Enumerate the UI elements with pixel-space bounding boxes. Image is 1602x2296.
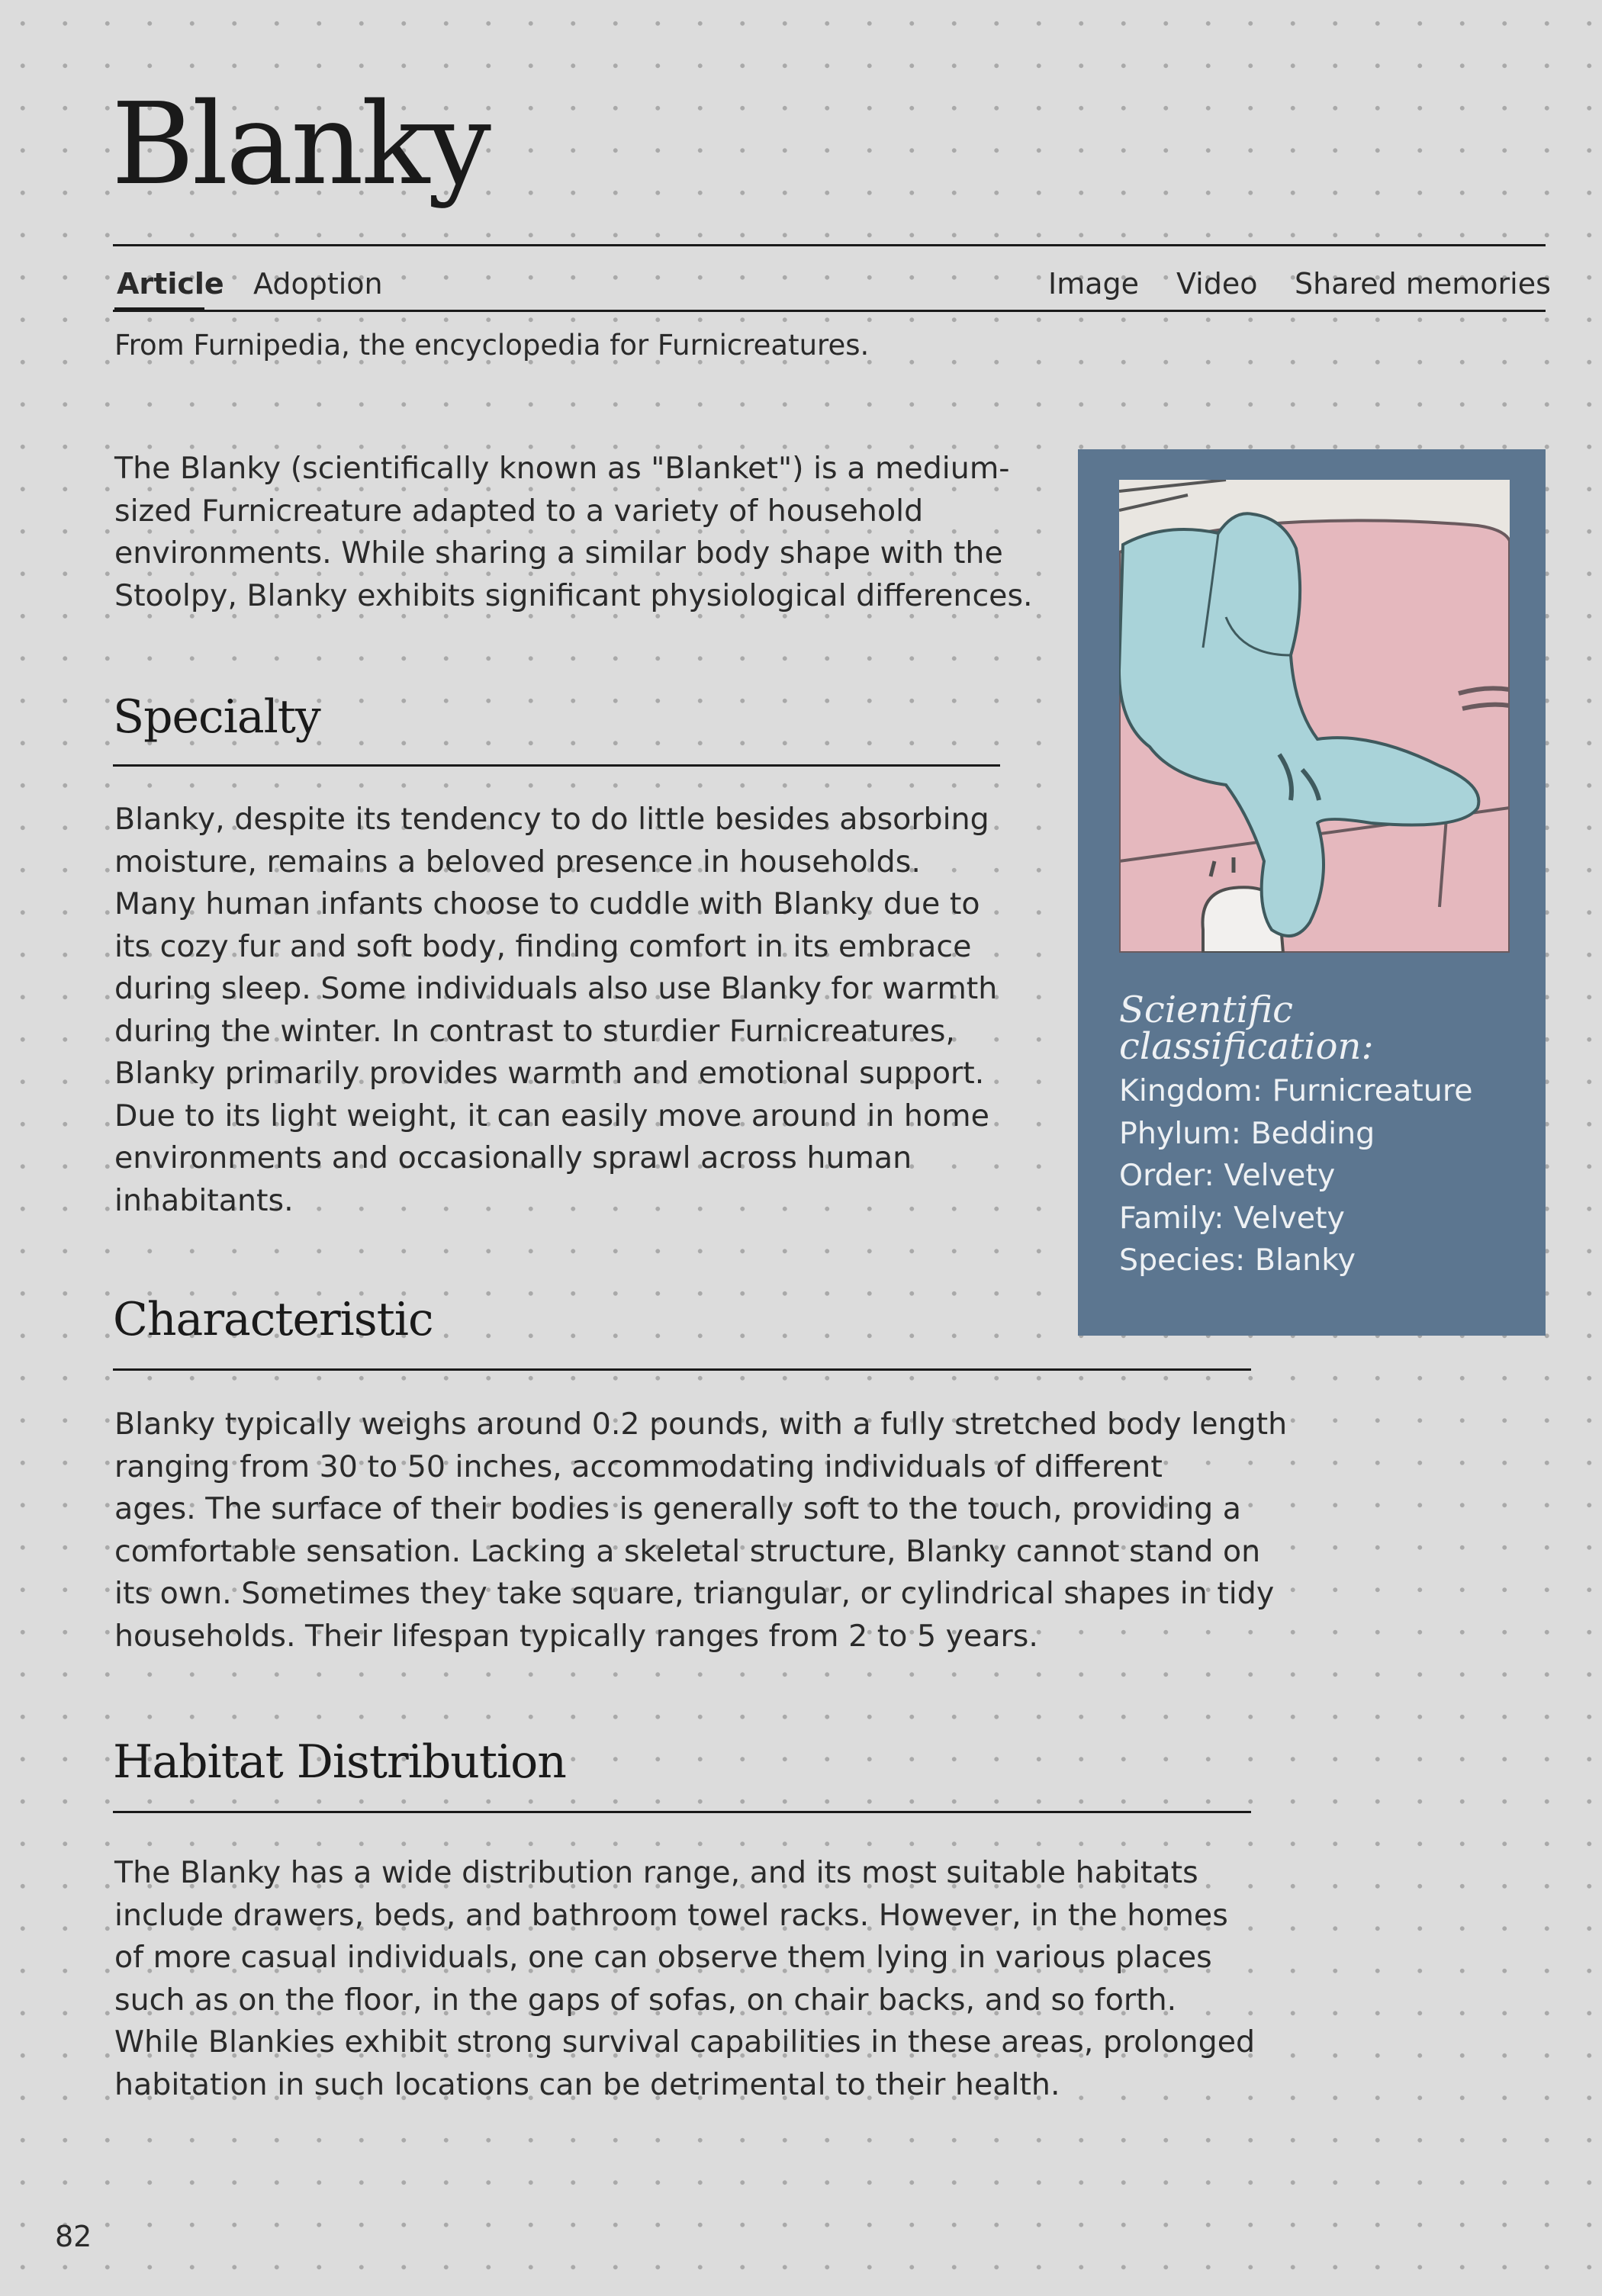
specialty-line: Due to its light weight, it can easily m… bbox=[114, 1098, 989, 1134]
section-heading-characteristic: Characteristic bbox=[113, 1293, 434, 1346]
characteristic-line: households. Their lifespan typically ran… bbox=[114, 1618, 1038, 1654]
specialty-line: Many human infants choose to cuddle with… bbox=[114, 886, 980, 921]
classification-item-phylum: Phylum: Bedding bbox=[1119, 1115, 1375, 1151]
classification-list: Kingdom: Furnicreature Phylum: Bedding O… bbox=[1119, 1070, 1473, 1282]
habitat-line: The Blanky has a wide distribution range… bbox=[114, 1855, 1198, 1890]
specialty-line: during sleep. Some individuals also use … bbox=[114, 971, 998, 1006]
habitat-line: habitation in such locations can be detr… bbox=[114, 2066, 1060, 2102]
classification-heading: Scientific classification: bbox=[1119, 989, 1374, 1068]
classification-infobox: Scientific classification: Kingdom: Furn… bbox=[1078, 449, 1546, 1336]
blanky-illustration bbox=[1119, 480, 1510, 953]
specialty-paragraph: Blanky, despite its tendency to do littl… bbox=[114, 799, 997, 1222]
page-number: 82 bbox=[55, 2220, 92, 2253]
tab-shared-memories[interactable]: Shared memories bbox=[1295, 265, 1551, 302]
habitat-line: While Blankies exhibit strong survival c… bbox=[114, 2024, 1256, 2060]
tab-video[interactable]: Video bbox=[1176, 265, 1257, 302]
title-rule bbox=[113, 244, 1546, 246]
tab-article[interactable]: Article bbox=[117, 265, 224, 302]
page-title: Blanky bbox=[111, 79, 491, 210]
section-heading-habitat-distribution: Habitat Distribution bbox=[113, 1735, 567, 1789]
characteristic-line: comfortable sensation. Lacking a skeleta… bbox=[114, 1533, 1261, 1569]
tab-adoption[interactable]: Adoption bbox=[253, 265, 383, 302]
specialty-line: its cozy fur and soft body, finding comf… bbox=[114, 928, 972, 964]
tabs-rule bbox=[113, 310, 1546, 312]
section-rule bbox=[113, 1811, 1251, 1813]
habitat-line: include drawers, beds, and bathroom towe… bbox=[114, 1897, 1228, 1933]
habitat-paragraph: The Blanky has a wide distribution range… bbox=[114, 1852, 1255, 2106]
intro-paragraph: The Blanky (scientifically known as "Bla… bbox=[114, 448, 1033, 617]
specialty-line: environments and occasionally sprawl acr… bbox=[114, 1140, 912, 1175]
section-rule bbox=[113, 1368, 1251, 1371]
characteristic-line: ages. The surface of their bodies is gen… bbox=[114, 1491, 1241, 1526]
specialty-line: Blanky, despite its tendency to do littl… bbox=[114, 802, 989, 837]
section-heading-specialty: Specialty bbox=[113, 690, 321, 744]
specialty-line: inhabitants. bbox=[114, 1182, 294, 1218]
classification-item-kingdom: Kingdom: Furnicreature bbox=[1119, 1073, 1473, 1108]
intro-line: The Blanky (scientifically known as "Bla… bbox=[114, 451, 1010, 486]
classification-item-order: Order: Velvety bbox=[1119, 1158, 1336, 1193]
classification-item-species: Species: Blanky bbox=[1119, 1243, 1356, 1278]
characteristic-line: ranging from 30 to 50 inches, accommodat… bbox=[114, 1449, 1163, 1484]
intro-line: sized Furnicreature adapted to a variety… bbox=[114, 493, 924, 529]
source-line: From Furnipedia, the encyclopedia for Fu… bbox=[114, 329, 870, 362]
specialty-line: Blanky primarily provides warmth and emo… bbox=[114, 1056, 985, 1091]
characteristic-line: Blanky typically weighs around 0.2 pound… bbox=[114, 1407, 1288, 1442]
characteristic-line: its own. Sometimes they take square, tri… bbox=[114, 1576, 1275, 1611]
specialty-line: during the winter. In contrast to sturdi… bbox=[114, 1013, 955, 1049]
characteristic-paragraph: Blanky typically weighs around 0.2 pound… bbox=[114, 1404, 1287, 1658]
habitat-line: of more casual individuals, one can obse… bbox=[114, 1940, 1212, 1975]
intro-line: environments. While sharing a similar bo… bbox=[114, 535, 1003, 571]
classification-item-family: Family: Velvety bbox=[1119, 1200, 1345, 1236]
habitat-line: such as on the floor, in the gaps of sof… bbox=[114, 1982, 1177, 2018]
intro-line: Stoolpy, Blanky exhibits significant phy… bbox=[114, 577, 1033, 613]
section-rule bbox=[113, 764, 1000, 767]
specialty-line: moisture, remains a beloved presence in … bbox=[114, 844, 921, 879]
blanky-on-sofa-drawing bbox=[1119, 480, 1510, 953]
tab-image[interactable]: Image bbox=[1048, 265, 1139, 302]
